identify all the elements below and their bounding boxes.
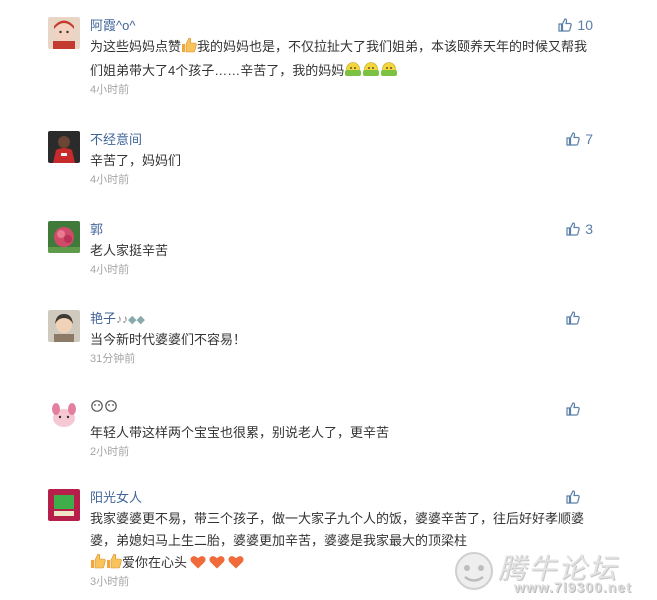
comment-text: 年轻人带这样两个宝宝也很累，别说老人了，更辛苦 [90, 425, 390, 440]
avatar[interactable] [48, 131, 80, 163]
avatar[interactable] [48, 489, 80, 521]
like-button[interactable] [566, 490, 585, 504]
time-ago: 4小时前 [90, 174, 130, 186]
like-button[interactable] [566, 311, 585, 325]
user-name[interactable]: 郭 [90, 221, 595, 239]
like-button[interactable]: 7 [566, 131, 593, 147]
like-count: 3 [585, 221, 593, 237]
user-name[interactable]: 阳光女人 [90, 489, 595, 507]
comment-text: 辛苦了，妈妈们 [90, 153, 182, 168]
thumbs-up-icon [566, 490, 580, 504]
watermark-logo-icon [455, 552, 493, 590]
time-ago: 31分钟前 [90, 353, 136, 365]
thumbs-up-icon [566, 132, 580, 146]
avatar[interactable] [48, 221, 80, 253]
thumbs-up-icon [558, 18, 573, 32]
thumbs-up-emoji-icon [90, 553, 122, 570]
user-name[interactable]: 艳子♪♪◆◆ [90, 310, 595, 328]
avatar[interactable] [48, 399, 80, 431]
like-count: 10 [577, 17, 593, 33]
watermark-url: www.7l9300.net [514, 579, 632, 595]
smile-emoji-icon [344, 62, 398, 78]
like-button[interactable]: 3 [566, 221, 593, 237]
like-button[interactable] [566, 402, 585, 416]
avatar[interactable] [48, 310, 80, 342]
user-emoji-icon [90, 400, 118, 415]
like-button[interactable]: 10 [558, 17, 593, 33]
comment-text: 老人家挺辛苦 [90, 243, 169, 258]
avatar[interactable] [48, 17, 80, 49]
diamond-icon: ◆◆ [128, 314, 145, 326]
heart-icon [187, 555, 244, 570]
user-name[interactable]: 不经意间 [90, 131, 595, 149]
thumbs-up-icon [566, 402, 580, 416]
time-ago: 4小时前 [90, 264, 130, 276]
time-ago: 4小时前 [90, 84, 130, 96]
comment-text: 为这些妈妈点赞 我的妈妈也是，不仅拉扯大了我们姐弟，本该颐养天年的时候又帮我们姐弟… [90, 37, 588, 78]
music-note-icon: ♪♪ [116, 312, 129, 326]
time-ago: 2小时前 [90, 446, 130, 458]
user-name[interactable]: 阿霞^o^ [90, 17, 595, 35]
thumbs-up-emoji-icon [181, 37, 197, 60]
user-name[interactable] [90, 399, 595, 417]
comment-text: 当今新时代婆婆们不容易！ [90, 332, 247, 347]
thumbs-up-icon [566, 222, 580, 236]
thumbs-up-icon [566, 311, 580, 325]
like-count: 7 [585, 131, 593, 147]
site-watermark: 腾牛论坛 www.7l9300.net [452, 545, 657, 597]
